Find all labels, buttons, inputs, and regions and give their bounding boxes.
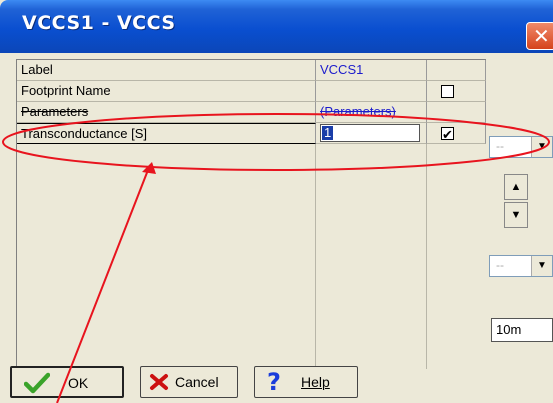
help-icon: ? [267,368,281,396]
property-name: Label [17,60,316,81]
property-value[interactable] [316,81,427,102]
help-button[interactable]: ? Help [254,366,358,398]
column-divider [315,144,316,369]
ok-button[interactable]: OK [10,366,124,398]
property-row-transconductance[interactable]: Transconductance [S] 1 ✔ [17,123,486,144]
dialog-window: VCCS1 - VCCS ✕ Label VCCS1 Footprint Nam… [0,0,553,403]
title-bar[interactable]: VCCS1 - VCCS ✕ [0,0,553,53]
combo-text: -- [496,258,504,272]
property-value[interactable]: VCCS1 [316,60,427,81]
value-field[interactable]: 10m [491,318,553,342]
footprint-visible-checkbox[interactable] [441,85,454,98]
property-value[interactable]: (Parameters) [316,102,427,123]
chevron-down-icon[interactable]: ▼ [531,137,552,157]
property-name: Parameters [17,102,316,123]
checkmark-icon: ✔ [442,127,453,142]
checkmark-icon [24,372,50,394]
cancel-button[interactable]: Cancel [140,366,238,398]
property-check-cell [427,81,486,102]
transconductance-input[interactable]: 1 [320,124,420,142]
property-check-cell: ✔ [427,123,486,144]
column-divider [426,144,427,369]
combo-box-top[interactable]: -- ▼ [489,136,553,158]
combo-box-bottom[interactable]: -- ▼ [489,255,553,277]
spin-up-button[interactable]: ▲ [504,174,528,200]
property-check-cell [427,60,486,81]
property-name: Transconductance [S] [17,123,316,144]
spinner: ▲ ▼ [504,174,528,228]
input-selected-text: 1 [322,125,334,140]
property-row-parameters[interactable]: Parameters (Parameters) [17,102,486,123]
property-name: Footprint Name [17,81,316,102]
ok-label: OK [68,375,89,391]
spin-down-button[interactable]: ▼ [504,202,528,228]
close-button[interactable]: ✕ [526,22,553,50]
property-row-footprint[interactable]: Footprint Name [17,81,486,102]
transconductance-visible-checkbox[interactable]: ✔ [441,127,454,142]
property-grid: Label VCCS1 Footprint Name Parameters (P… [16,59,486,369]
chevron-down-icon[interactable]: ▼ [531,256,552,276]
cancel-label: Cancel [175,374,219,390]
window-title: VCCS1 - VCCS [22,12,176,34]
close-icon: ✕ [533,24,550,48]
combo-text: -- [496,139,504,153]
property-row-label[interactable]: Label VCCS1 [17,60,486,81]
property-check-cell [427,102,486,123]
help-label: Help [301,374,330,390]
x-icon [150,374,168,390]
